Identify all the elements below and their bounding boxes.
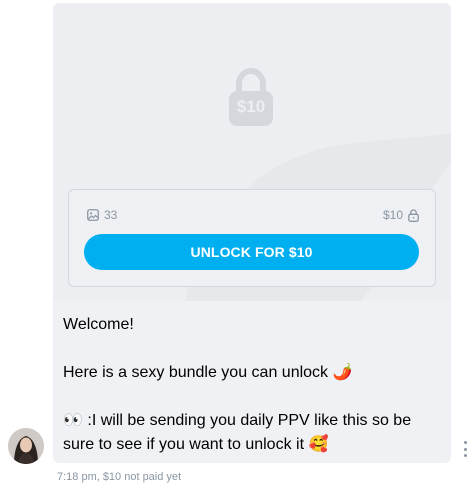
avatar[interactable] [8, 428, 44, 464]
media-count: 33 [87, 208, 117, 222]
ppv-message-card: $10 33 $10 UNLOCK FOR $10 Welcome! Here … [53, 3, 451, 463]
message-text: Welcome! Here is a sexy bundle you can u… [63, 313, 433, 457]
payment-status: $10 not paid yet [102, 471, 182, 483]
locked-media-area[interactable]: $10 33 $10 UNLOCK FOR $10 [53, 3, 451, 301]
message-meta: 7:18 pm, $10 not paid yet [57, 471, 181, 483]
media-count-value: 33 [104, 208, 118, 222]
padlock-icon [408, 208, 419, 222]
unlock-button[interactable]: UNLOCK FOR $10 [84, 234, 419, 270]
message-line-welcome: Welcome! [63, 316, 134, 333]
message-time: 7:18 pm, [57, 471, 100, 483]
lock-icon: $10 [228, 67, 274, 128]
price-tag: $10 [383, 208, 419, 222]
unlock-info-box: 33 $10 UNLOCK FOR $10 [68, 189, 436, 287]
price-value: $10 [382, 208, 403, 222]
image-icon [87, 209, 99, 221]
message-line-ppv: 👀 :I will be sending you daily PPV like … [63, 412, 412, 453]
message-line-bundle: Here is a sexy bundle you can unlock 🌶️ [63, 364, 353, 381]
lock-price-label: $10 [236, 97, 266, 116]
more-options-icon[interactable] [462, 441, 468, 457]
